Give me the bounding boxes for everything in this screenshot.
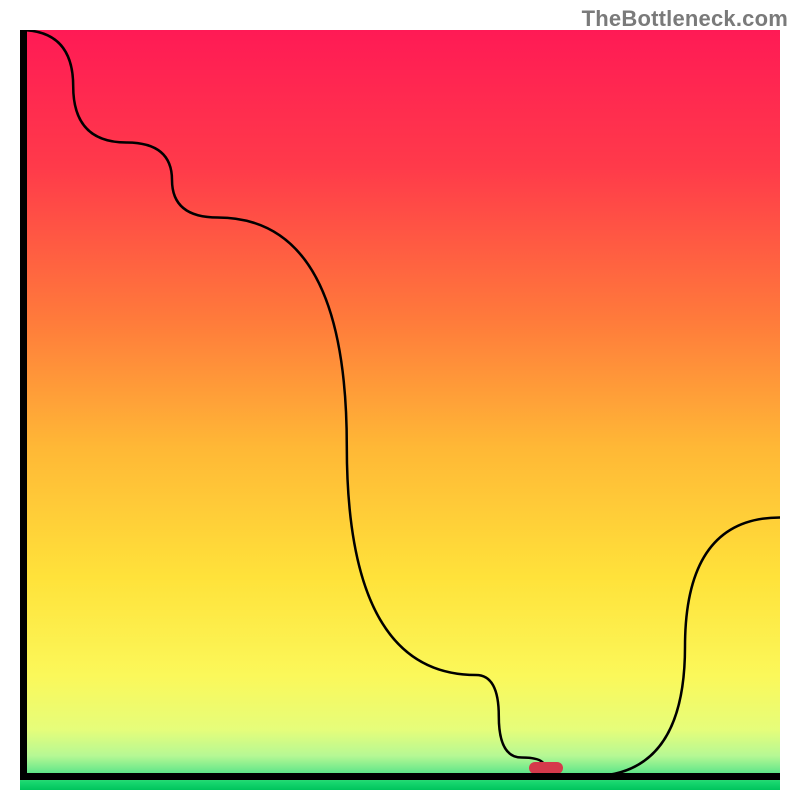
plot-area	[20, 30, 780, 780]
x-axis	[20, 773, 780, 780]
watermark-text: TheBottleneck.com	[582, 6, 788, 32]
bottleneck-chart: TheBottleneck.com	[0, 0, 800, 800]
bottleneck-curve	[20, 30, 780, 780]
y-axis	[20, 30, 27, 780]
